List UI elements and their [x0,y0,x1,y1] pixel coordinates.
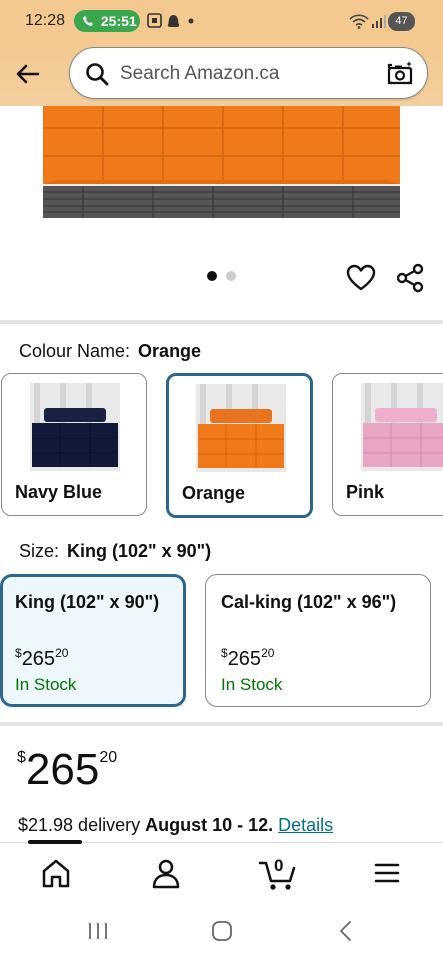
colour-option-label: Pink [346,482,385,502]
colour-option-pink[interactable]: Pink [332,373,443,516]
price-currency: $ [15,646,22,660]
battery-indicator: 47 [388,12,415,31]
stock-status: In Stock [15,675,77,694]
delivery-details-link[interactable]: Details [278,815,333,835]
price-fraction: 20 [55,646,69,660]
colour-option-orange[interactable]: Orange [166,373,313,518]
notification-icons [147,13,194,28]
status-bar: 12:28 25:51 47 [0,0,443,42]
size-option-name: King (102" x 90") [15,592,160,612]
phone-icon [83,16,93,26]
back-button-icon[interactable] [331,916,361,946]
price-whole: 265 [25,745,100,794]
cart-button[interactable]: 0 [257,853,299,893]
colour-name-row: Colour Name: Orange [19,341,201,362]
carousel-dot-active[interactable] [207,271,217,281]
price-fraction: 20 [99,749,118,766]
share-icon[interactable] [393,261,427,295]
size-option-king[interactable]: King (102" x 90") $26520 In Stock [0,574,186,707]
delivery-fee: $21.98 delivery [18,815,141,835]
colour-name-label: Colour Name: [19,341,131,361]
system-nav-bar [0,900,443,960]
colour-name-value: Orange [138,341,202,361]
bottom-nav: 0 [0,840,443,900]
search-box[interactable] [69,47,428,99]
size-option-price: $26520 [221,646,274,671]
stock-status: In Stock [221,675,283,694]
navy-blue-thumbnail [30,383,120,471]
product-hero-image[interactable] [43,106,400,225]
price-whole: 265 [21,648,56,670]
app-header [0,42,443,106]
menu-icon[interactable] [367,855,407,891]
search-input[interactable] [120,61,370,87]
active-tab-indicator [28,840,82,844]
price-fraction: 20 [261,646,275,660]
delivery-dates: August 10 - 12. [145,815,274,835]
pink-thumbnail [361,383,443,471]
product-price: $26520 [17,745,117,795]
price-currency: $ [17,749,26,766]
heart-icon[interactable] [344,261,378,295]
colour-option-label: Orange [182,483,246,503]
carousel-dot[interactable] [226,271,236,281]
colour-option-navy-blue[interactable]: Navy Blue [1,373,147,516]
delivery-info: $21.98 delivery August 10 - 12. Details [18,815,333,836]
size-option-price: $26520 [15,646,68,671]
account-icon[interactable] [146,855,186,891]
size-row: Size: King (102" x 90") [19,541,211,562]
size-value: King (102" x 90") [67,541,212,561]
orange-thumbnail [196,384,286,472]
cart-count: 0 [274,856,284,875]
carousel-dots [204,271,244,283]
recent-apps-icon[interactable] [83,916,113,946]
section-divider [0,722,443,726]
section-divider [0,320,443,324]
home-button-icon[interactable] [207,916,237,946]
home-icon[interactable] [36,855,76,891]
price-currency: $ [221,646,228,660]
colour-option-label: Navy Blue [15,482,103,502]
call-timer-pill[interactable]: 25:51 [74,10,140,32]
back-arrow-icon[interactable] [10,56,46,92]
size-option-name: Cal-king (102" x 96") [221,592,397,612]
search-icon[interactable] [84,61,110,87]
camera-search-icon[interactable] [386,60,414,88]
price-whole: 265 [227,648,262,670]
status-time: 12:28 [25,12,66,29]
size-option-cal-king[interactable]: Cal-king (102" x 96") $26520 In Stock [205,574,431,707]
size-label: Size: [19,541,60,561]
call-timer-text: 25:51 [100,13,137,29]
